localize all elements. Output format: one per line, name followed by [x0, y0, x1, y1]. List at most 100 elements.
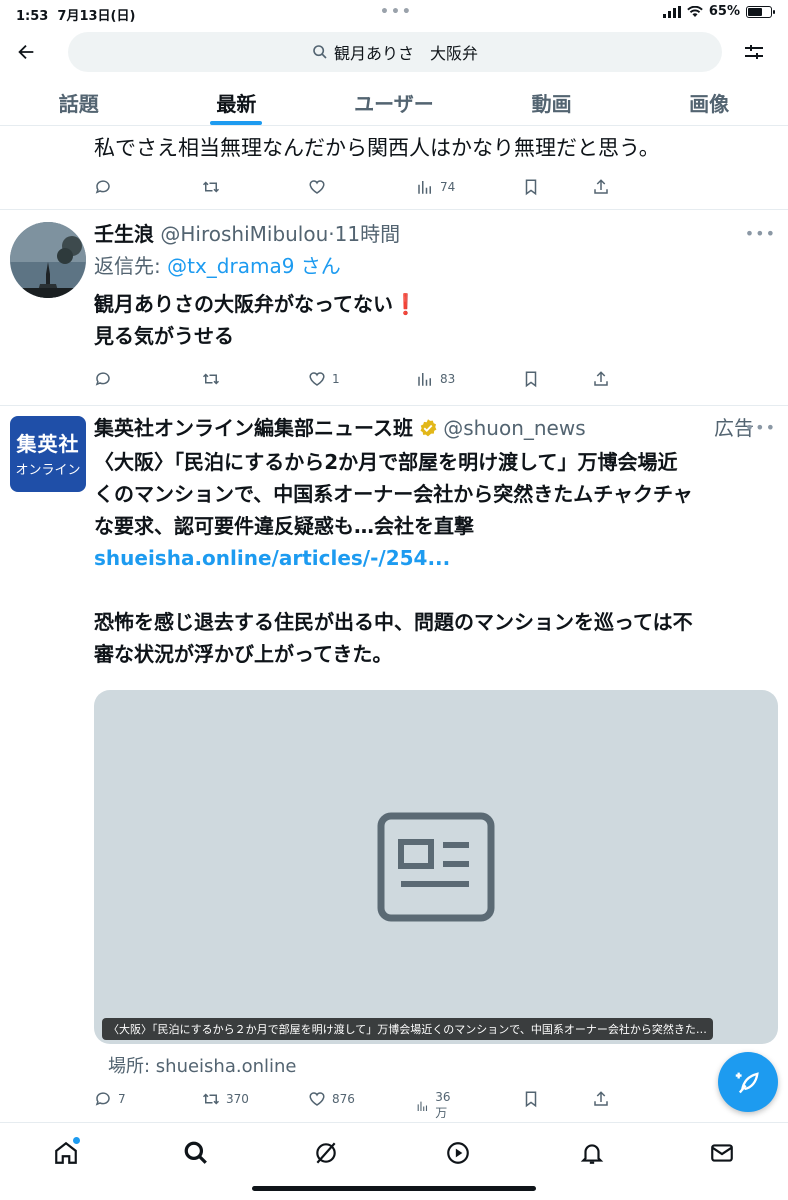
link-preview-card[interactable]: 〈大阪〉「民泊にするから２か月で部屋を明け渡して」万博会場近くのマンションで、中… [94, 690, 778, 1044]
avatar[interactable]: 集英社 オンライン [10, 416, 86, 492]
like-count: 1 [332, 372, 340, 386]
promoted-tweet[interactable]: 集英社 オンライン 集英社オンライン編集部ニュース班 @shuon_news 広… [0, 406, 788, 1122]
author-name[interactable]: 壬生浪 [94, 222, 154, 246]
analytics-icon [418, 373, 431, 386]
author-name[interactable]: 集英社オンライン編集部ニュース班 [94, 416, 413, 440]
search-query: 観月ありさ 大阪弁 [333, 44, 478, 63]
nav-messages[interactable] [702, 1133, 742, 1173]
tweet-text-line: 見る気がうせる [94, 324, 234, 348]
share-button[interactable] [592, 178, 610, 196]
heart-icon [309, 1092, 325, 1106]
like-button[interactable] [308, 178, 326, 196]
status-bar: 1:53 7月13日(日) ••• 65% [0, 0, 788, 26]
views-button[interactable]: 83 [416, 370, 455, 388]
nav-search[interactable] [176, 1133, 216, 1173]
like-count: 876 [332, 1092, 355, 1106]
verified-badge-icon [420, 419, 437, 437]
share-icon [594, 1091, 608, 1106]
like-button[interactable]: 1 [308, 370, 340, 388]
reply-to-link[interactable]: @tx_drama9 さん [167, 254, 341, 278]
nav-grok[interactable] [306, 1133, 346, 1173]
battery-level [748, 7, 762, 16]
tab-videos[interactable]: 動画 [473, 80, 631, 125]
reply-button[interactable]: 7 [94, 1090, 126, 1108]
tweet-text: 〈大阪〉「民泊にするから2か月で部屋を明け渡して」万博会場近 くのマンションで、… [94, 446, 774, 670]
tweet-text-line: 恐怖を感じ退去する住民が出る中、問題のマンションを巡っては不 [94, 610, 693, 634]
tweet-time[interactable]: ·11時間 [328, 222, 400, 246]
article-placeholder-icon [377, 812, 495, 922]
reply-icon [95, 372, 110, 386]
bookmark-button[interactable] [522, 1090, 540, 1108]
reply-button[interactable] [94, 370, 112, 388]
mail-icon [711, 1144, 733, 1162]
tweet-text: 私でさえ相当無理なんだから関西人はかなり無理だと思う。 [94, 136, 660, 160]
views-button[interactable]: 36万 [416, 1090, 455, 1121]
search-header: 観月ありさ 大阪弁 [0, 26, 788, 78]
heart-icon [309, 180, 325, 194]
search-icon [313, 45, 327, 59]
more-options-button[interactable]: ••• [745, 224, 776, 243]
bookmark-button[interactable] [522, 178, 540, 196]
retweet-button[interactable] [202, 370, 220, 388]
share-button[interactable] [592, 370, 610, 388]
sliders-icon [745, 45, 763, 59]
play-circle-icon [447, 1142, 469, 1164]
tab-images[interactable]: 画像 [630, 80, 788, 125]
tab-label: 画像 [689, 92, 730, 116]
avatar[interactable] [10, 222, 86, 298]
author-handle[interactable]: @shuon_news [443, 416, 585, 440]
reply-button[interactable] [94, 178, 112, 196]
compose-button[interactable] [718, 1052, 778, 1112]
more-options-button[interactable]: ••• [745, 418, 776, 437]
analytics-icon [418, 181, 431, 194]
home-indicator[interactable] [252, 1186, 536, 1191]
card-source[interactable]: 場所: shueisha.online [108, 1052, 297, 1078]
tweet-text-line: 審な状況が浮かび上がってきた。 [94, 642, 393, 666]
avatar-photo [10, 222, 86, 298]
reply-icon [95, 1092, 110, 1106]
like-button[interactable]: 876 [308, 1090, 355, 1108]
exclamation-emoji: ❗ [393, 292, 418, 316]
retweet-icon [202, 181, 220, 193]
share-icon [594, 179, 608, 194]
bookmark-button[interactable] [522, 370, 540, 388]
wifi-icon [687, 5, 703, 17]
tab-users[interactable]: ユーザー [315, 80, 473, 125]
retweet-button[interactable]: 370 [202, 1090, 249, 1108]
nav-video[interactable] [438, 1133, 478, 1173]
tweet[interactable]: 私でさえ相当無理なんだから関西人はかなり無理だと思う。 74 [0, 126, 788, 210]
tab-label: 動画 [531, 92, 572, 116]
grok-icon [316, 1142, 336, 1164]
nav-notifications[interactable] [572, 1133, 612, 1173]
back-button[interactable] [10, 36, 42, 68]
share-button[interactable] [592, 1090, 610, 1108]
tab-label: ユーザー [354, 92, 434, 116]
retweet-button[interactable] [202, 178, 220, 196]
reply-context: 返信先: @tx_drama9 さん [94, 250, 774, 282]
notification-dot [73, 1137, 80, 1144]
tab-label: 最新 [216, 92, 257, 116]
retweet-icon [202, 373, 220, 385]
article-link[interactable]: shueisha.online/articles/-/254... [94, 542, 774, 574]
analytics-icon [417, 1101, 428, 1111]
views-count: 83 [440, 372, 456, 386]
tweet-text: 観月ありさの大阪弁がなってない❗ [94, 288, 774, 320]
tab-label: 話題 [58, 92, 99, 116]
search-input[interactable]: 観月ありさ 大阪弁 [68, 32, 722, 72]
bookmark-icon [525, 1091, 537, 1108]
bookmark-icon [525, 371, 537, 388]
bookmark-icon [525, 179, 537, 196]
author-handle[interactable]: @HiroshiMibulou [160, 222, 328, 246]
tab-trending[interactable]: 話題 [0, 80, 158, 125]
battery-percent: 65% [708, 4, 740, 19]
compose-feather-icon [735, 1072, 759, 1094]
card-caption: 〈大阪〉「民泊にするから２か月で部屋を明け渡して」万博会場近くのマンションで、中… [102, 1018, 713, 1040]
multitask-dots-icon[interactable]: ••• [380, 4, 413, 20]
tab-latest[interactable]: 最新 [158, 80, 316, 125]
views-count: 74 [440, 180, 456, 194]
views-button[interactable]: 74 [416, 178, 455, 196]
search-filter-button[interactable] [738, 36, 770, 68]
nav-home[interactable] [46, 1133, 86, 1173]
avatar-logo-text: 集英社 [16, 432, 80, 456]
tweet[interactable]: 壬生浪 @HiroshiMibulou·11時間 返信先: @tx_drama9… [0, 210, 788, 406]
